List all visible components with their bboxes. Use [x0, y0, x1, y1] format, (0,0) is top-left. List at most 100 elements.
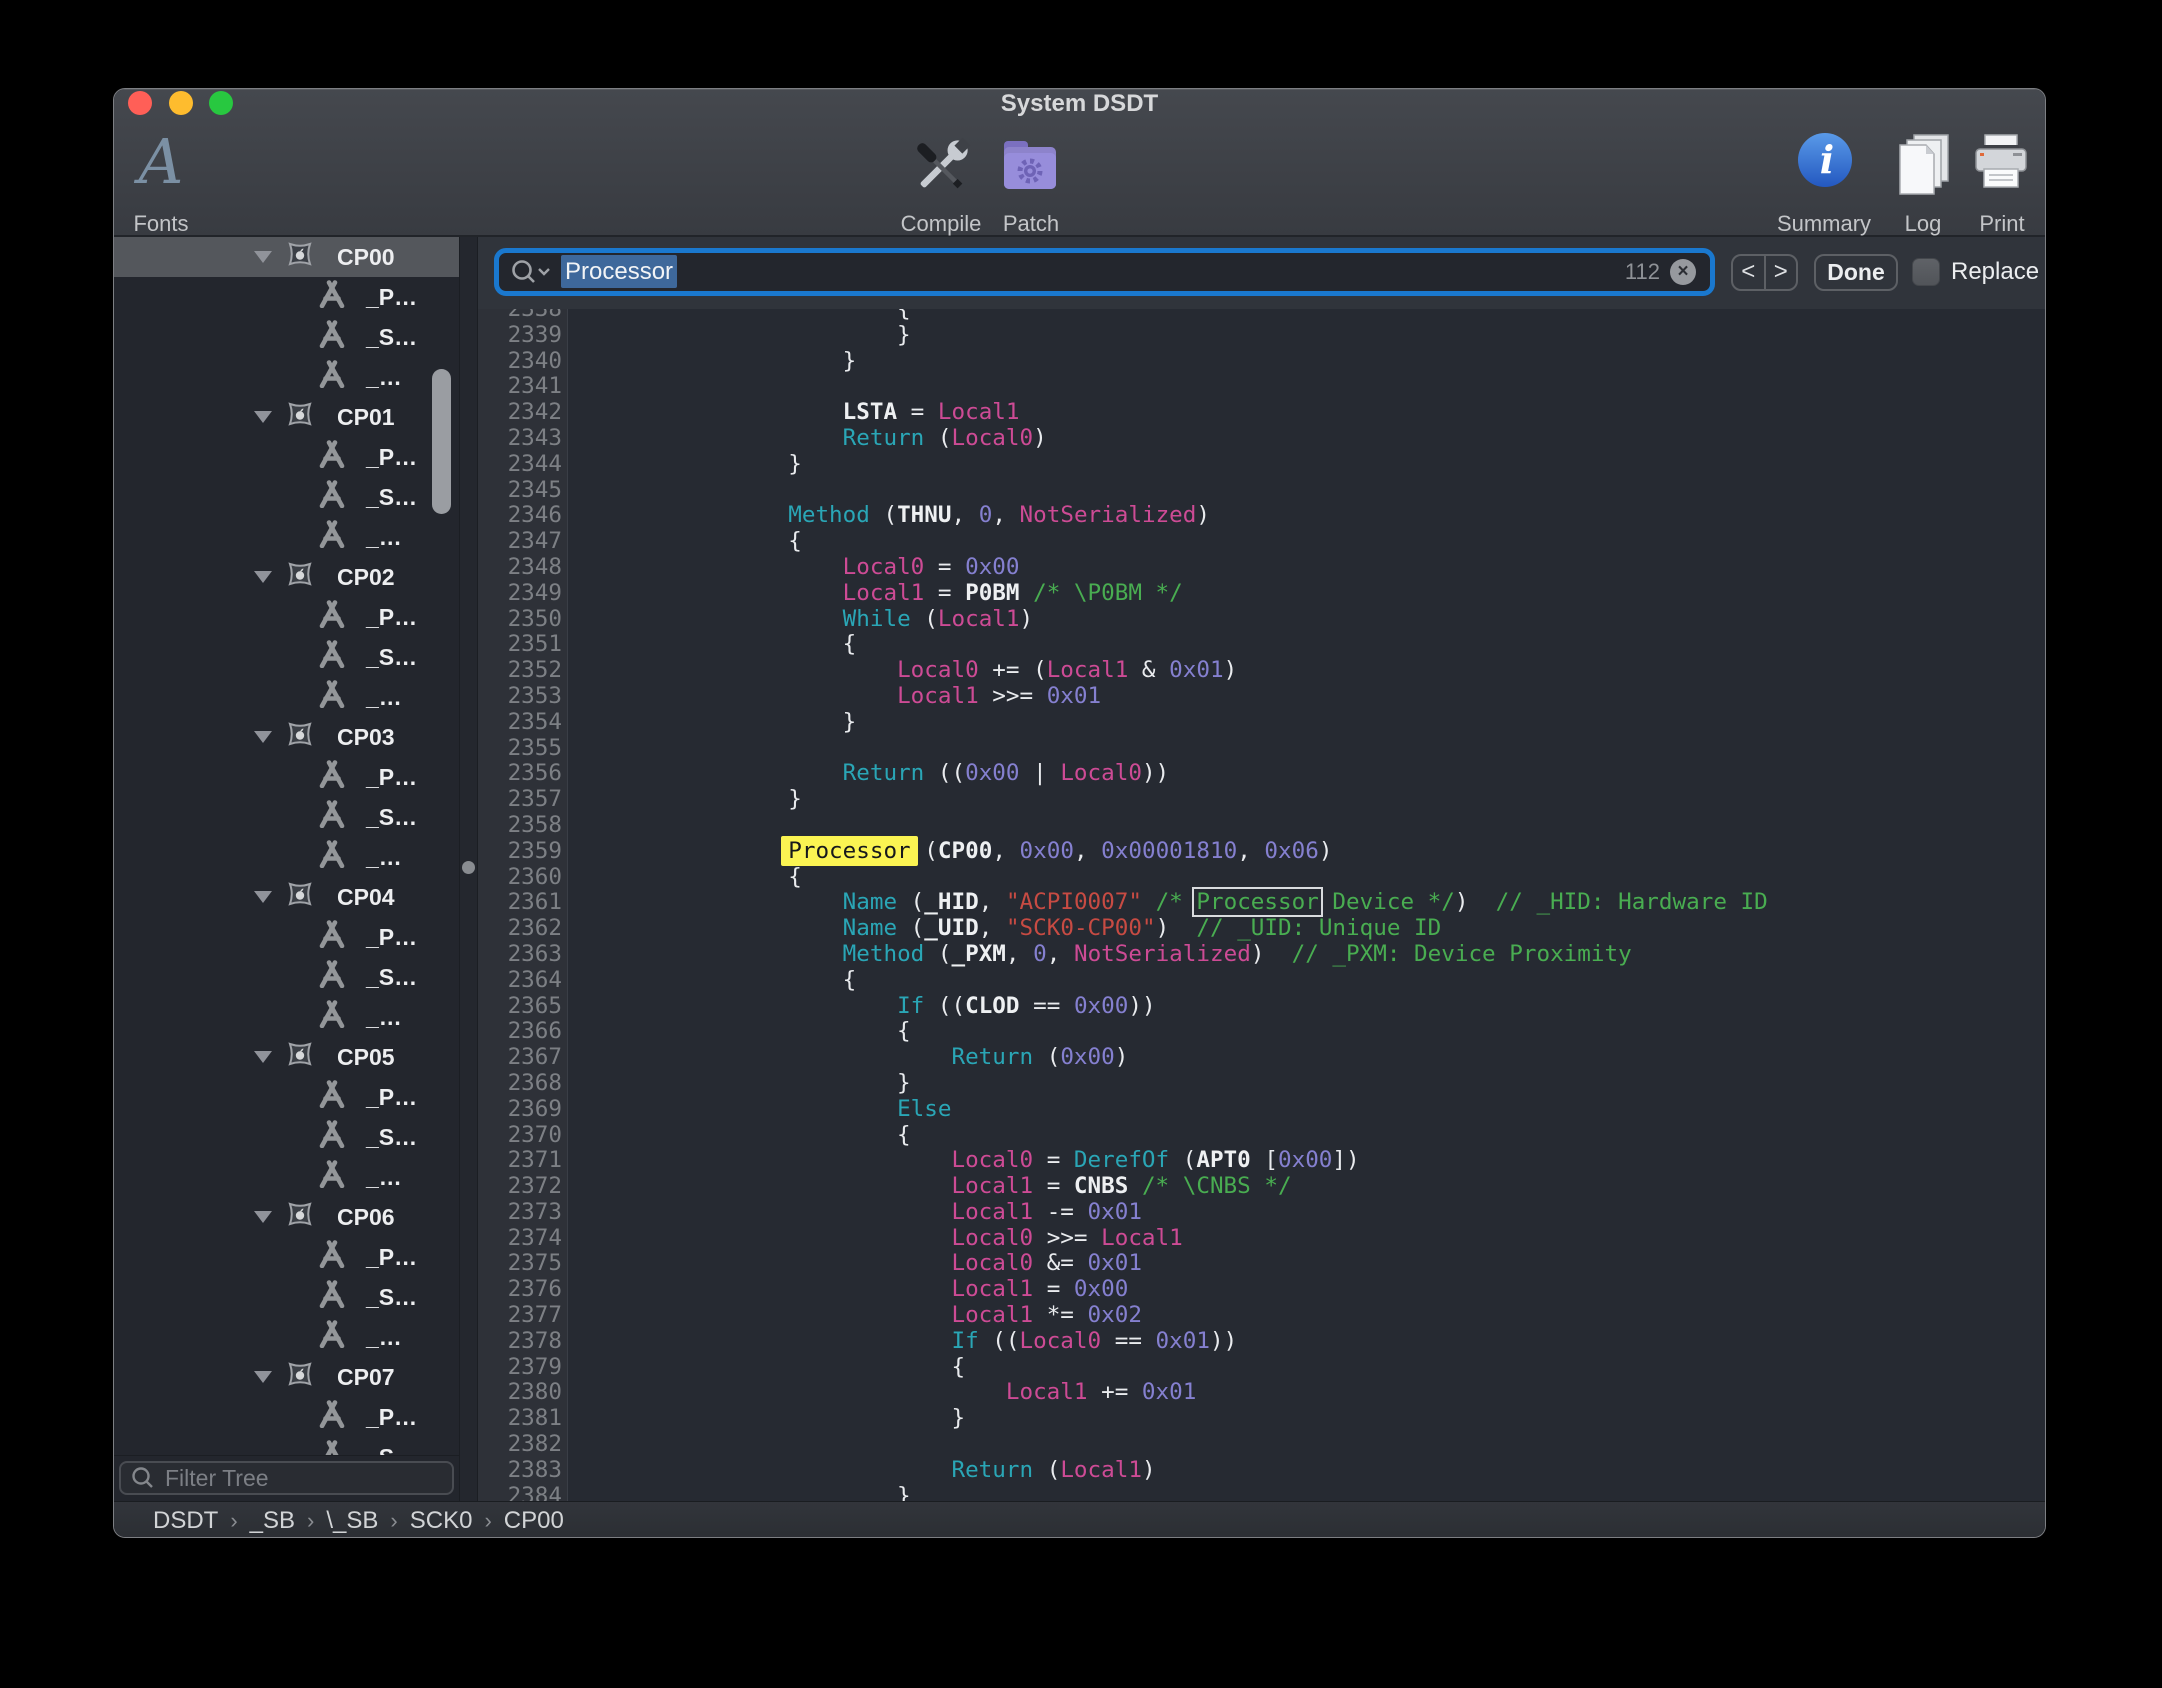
code-line[interactable]: 2344 } — [478, 452, 2046, 478]
code-line[interactable]: 2362 Name (_UID, "SCK0-CP00") // _UID: U… — [478, 916, 2046, 942]
code-line[interactable]: 2350 While (Local1) — [478, 607, 2046, 633]
fonts-icon[interactable]: A — [116, 125, 206, 198]
filter-tree-input[interactable]: Filter Tree — [119, 1461, 454, 1495]
code-line[interactable]: 2375 Local0 &= 0x01 — [478, 1251, 2046, 1277]
code-line[interactable]: 2372 Local1 = CNBS /* \CNBS */ — [478, 1174, 2046, 1200]
code-line[interactable]: 2384 } — [478, 1484, 2046, 1501]
code-line[interactable]: 2369 Else — [478, 1097, 2046, 1123]
tree-row[interactable]: _S… — [114, 1117, 459, 1157]
code-line[interactable]: 2359 Processor (CP00, 0x00, 0x00001810, … — [478, 839, 2046, 865]
code-line[interactable]: 2373 Local1 -= 0x01 — [478, 1200, 2046, 1226]
code-line[interactable]: 2352 Local0 += (Local1 & 0x01) — [478, 658, 2046, 684]
code-line[interactable]: 2377 Local1 *= 0x02 — [478, 1303, 2046, 1329]
tree-row[interactable]: _P… — [114, 437, 459, 477]
zoom-button[interactable] — [209, 91, 233, 115]
disclosure-triangle-icon[interactable] — [254, 571, 272, 583]
minimize-button[interactable] — [169, 91, 193, 115]
tree-row[interactable]: _P… — [114, 917, 459, 957]
code-line[interactable]: 2367 Return (0x00) — [478, 1045, 2046, 1071]
done-button[interactable]: Done — [1814, 254, 1898, 291]
tree-row[interactable]: _S… — [114, 1277, 459, 1317]
code-line[interactable]: 2357 } — [478, 787, 2046, 813]
breadcrumb-item[interactable]: CP00 — [504, 1507, 564, 1535]
tree-row[interactable]: _… — [114, 1157, 459, 1197]
code-line[interactable]: 2366 { — [478, 1019, 2046, 1045]
log-button[interactable] — [1890, 129, 1956, 200]
replace-label[interactable]: Replace — [1951, 258, 2039, 286]
code-line[interactable]: 2341 — [478, 374, 2046, 400]
code-line[interactable]: 2370 { — [478, 1123, 2046, 1149]
next-match-button[interactable]: > — [1766, 256, 1797, 289]
compile-button[interactable] — [905, 129, 977, 210]
code-line[interactable]: 2349 Local1 = P0BM /* \P0BM */ — [478, 581, 2046, 607]
code-line[interactable]: 2355 — [478, 736, 2046, 762]
tree-row[interactable]: _S… — [114, 797, 459, 837]
code-line[interactable]: 2381 } — [478, 1406, 2046, 1432]
tree-row-cp06[interactable]: CP06 — [114, 1197, 459, 1237]
code-line[interactable]: 2365 If ((CLOD == 0x00)) — [478, 994, 2046, 1020]
code-line[interactable]: 2379 { — [478, 1355, 2046, 1381]
search-input[interactable]: Processor 112 × — [494, 248, 1715, 296]
disclosure-triangle-icon[interactable] — [254, 251, 272, 263]
code-line[interactable]: 2353 Local1 >>= 0x01 — [478, 684, 2046, 710]
code-line[interactable]: 2376 Local1 = 0x00 — [478, 1277, 2046, 1303]
tree-row[interactable]: _P… — [114, 277, 459, 317]
disclosure-triangle-icon[interactable] — [254, 1051, 272, 1063]
patch-button[interactable] — [998, 135, 1062, 202]
code-line[interactable]: 2360 { — [478, 865, 2046, 891]
code-editor[interactable]: 2338 {2339 }2340 }23412342 LSTA = Local1… — [478, 309, 2046, 1501]
code-line[interactable]: 2345 — [478, 478, 2046, 504]
replace-checkbox[interactable] — [1912, 258, 1940, 286]
tree-row[interactable]: _P… — [114, 597, 459, 637]
tree-row[interactable]: _P… — [114, 757, 459, 797]
disclosure-triangle-icon[interactable] — [254, 1211, 272, 1223]
code-line[interactable]: 2340 } — [478, 349, 2046, 375]
code-line[interactable]: 2347 { — [478, 529, 2046, 555]
breadcrumb-item[interactable]: DSDT — [153, 1507, 218, 1535]
code-line[interactable]: 2374 Local0 >>= Local1 — [478, 1226, 2046, 1252]
disclosure-triangle-icon[interactable] — [254, 891, 272, 903]
disclosure-triangle-icon[interactable] — [254, 731, 272, 743]
code-line[interactable]: 2358 — [478, 813, 2046, 839]
tree-row[interactable]: _S… — [114, 477, 459, 517]
code-line[interactable]: 2354 } — [478, 710, 2046, 736]
code-line[interactable]: 2382 — [478, 1432, 2046, 1458]
print-button-label[interactable]: Print — [1922, 211, 2046, 237]
code-line[interactable]: 2356 Return ((0x00 | Local0)) — [478, 761, 2046, 787]
close-button[interactable] — [128, 91, 152, 115]
tree-row[interactable]: _S… — [114, 317, 459, 357]
tree-row-cp00[interactable]: CP00 — [114, 237, 459, 277]
code-line[interactable]: 2371 Local0 = DerefOf (APT0 [0x00]) — [478, 1148, 2046, 1174]
breadcrumb-item[interactable]: SCK0 — [410, 1507, 473, 1535]
fonts-button-label[interactable]: Fonts — [113, 211, 241, 237]
sidebar-scrollbar[interactable] — [432, 369, 451, 514]
code-line[interactable]: 2364 { — [478, 968, 2046, 994]
tree-row[interactable]: _… — [114, 837, 459, 877]
tree-row[interactable]: _… — [114, 357, 459, 397]
code-line[interactable]: 2363 Method (_PXM, 0, NotSerialized) // … — [478, 942, 2046, 968]
tree-row-cp07[interactable]: CP07 — [114, 1357, 459, 1397]
tree-row[interactable]: _… — [114, 517, 459, 557]
print-button[interactable] — [1969, 131, 2033, 198]
tree-row[interactable]: _… — [114, 997, 459, 1037]
tree-row-cp04[interactable]: CP04 — [114, 877, 459, 917]
summary-button[interactable]: i — [1796, 131, 1854, 194]
tree-row[interactable]: _P… — [114, 1237, 459, 1277]
disclosure-triangle-icon[interactable] — [254, 1371, 272, 1383]
tree-row[interactable]: _S… — [114, 1437, 459, 1455]
breadcrumb-item[interactable]: _SB — [250, 1507, 295, 1535]
code-line[interactable]: 2380 Local1 += 0x01 — [478, 1380, 2046, 1406]
breadcrumb-item[interactable]: \_SB — [326, 1507, 378, 1535]
disclosure-triangle-icon[interactable] — [254, 411, 272, 423]
tree-row[interactable]: _S… — [114, 637, 459, 677]
tree-row-cp02[interactable]: CP02 — [114, 557, 459, 597]
code-line[interactable]: 2383 Return (Local1) — [478, 1458, 2046, 1484]
patch-button-label[interactable]: Patch — [951, 211, 1111, 237]
tree-row[interactable]: _… — [114, 1317, 459, 1357]
splitter-handle-icon[interactable] — [462, 861, 475, 874]
tree-row[interactable]: _S… — [114, 957, 459, 997]
tree-row[interactable]: _P… — [114, 1077, 459, 1117]
code-line[interactable]: 2378 If ((Local0 == 0x01)) — [478, 1329, 2046, 1355]
tree-row-cp05[interactable]: CP05 — [114, 1037, 459, 1077]
previous-match-button[interactable]: < — [1733, 256, 1766, 289]
